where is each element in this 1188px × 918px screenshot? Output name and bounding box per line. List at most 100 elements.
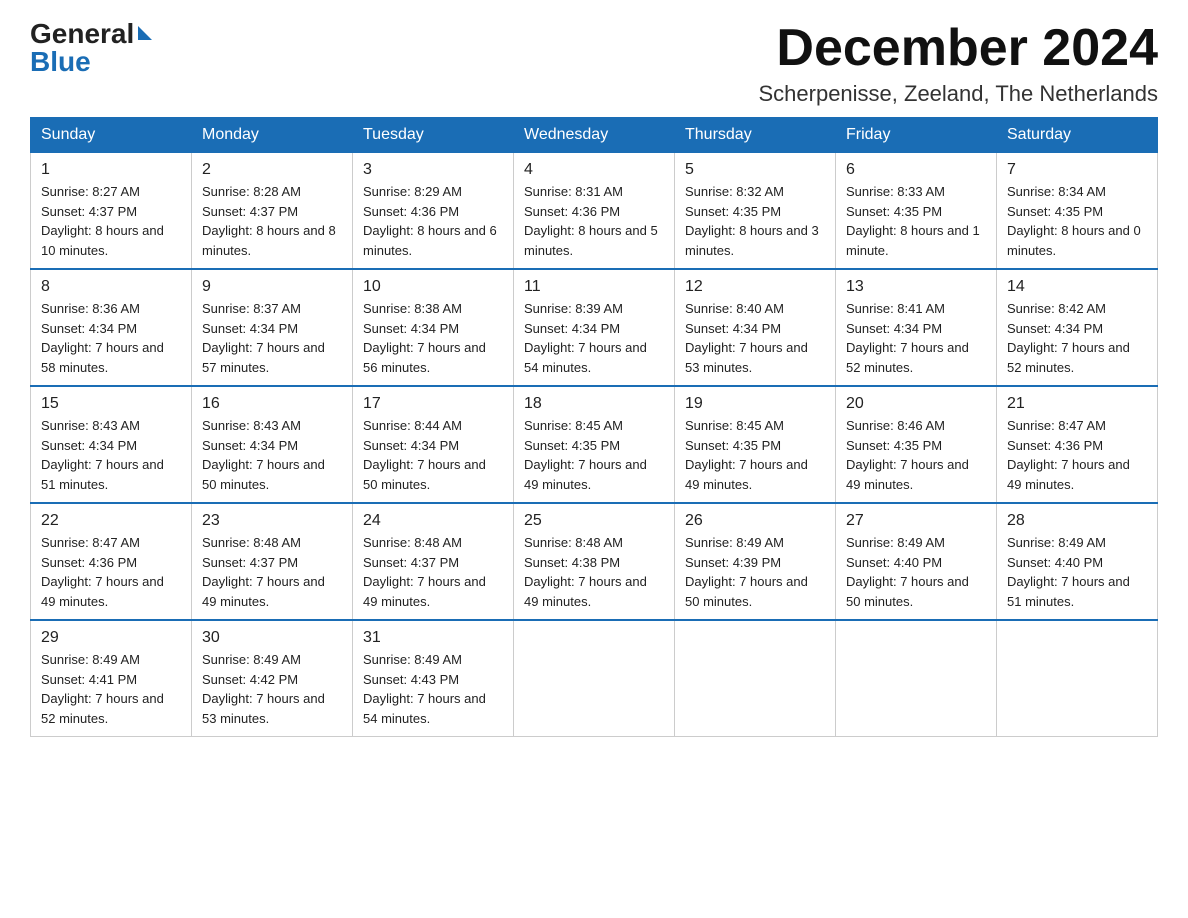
day-number: 30 xyxy=(202,629,342,647)
calendar-cell: 28 Sunrise: 8:49 AMSunset: 4:40 PMDaylig… xyxy=(997,503,1158,620)
calendar-cell: 13 Sunrise: 8:41 AMSunset: 4:34 PMDaylig… xyxy=(836,269,997,386)
day-number: 15 xyxy=(41,395,181,413)
calendar-cell: 27 Sunrise: 8:49 AMSunset: 4:40 PMDaylig… xyxy=(836,503,997,620)
day-number: 12 xyxy=(685,278,825,296)
day-number: 17 xyxy=(363,395,503,413)
day-number: 13 xyxy=(846,278,986,296)
header-friday: Friday xyxy=(836,118,997,153)
calendar-cell: 7 Sunrise: 8:34 AMSunset: 4:35 PMDayligh… xyxy=(997,153,1158,270)
header-sunday: Sunday xyxy=(31,118,192,153)
calendar-cell: 14 Sunrise: 8:42 AMSunset: 4:34 PMDaylig… xyxy=(997,269,1158,386)
day-info: Sunrise: 8:49 AMSunset: 4:40 PMDaylight:… xyxy=(846,533,986,611)
day-info: Sunrise: 8:27 AMSunset: 4:37 PMDaylight:… xyxy=(41,182,181,260)
header-saturday: Saturday xyxy=(997,118,1158,153)
day-info: Sunrise: 8:49 AMSunset: 4:39 PMDaylight:… xyxy=(685,533,825,611)
day-info: Sunrise: 8:45 AMSunset: 4:35 PMDaylight:… xyxy=(524,416,664,494)
header-wednesday: Wednesday xyxy=(514,118,675,153)
day-info: Sunrise: 8:49 AMSunset: 4:43 PMDaylight:… xyxy=(363,650,503,728)
day-info: Sunrise: 8:46 AMSunset: 4:35 PMDaylight:… xyxy=(846,416,986,494)
day-number: 23 xyxy=(202,512,342,530)
day-info: Sunrise: 8:31 AMSunset: 4:36 PMDaylight:… xyxy=(524,182,664,260)
calendar-cell: 26 Sunrise: 8:49 AMSunset: 4:39 PMDaylig… xyxy=(675,503,836,620)
day-number: 4 xyxy=(524,161,664,179)
day-info: Sunrise: 8:37 AMSunset: 4:34 PMDaylight:… xyxy=(202,299,342,377)
day-info: Sunrise: 8:47 AMSunset: 4:36 PMDaylight:… xyxy=(41,533,181,611)
calendar-cell: 22 Sunrise: 8:47 AMSunset: 4:36 PMDaylig… xyxy=(31,503,192,620)
day-info: Sunrise: 8:43 AMSunset: 4:34 PMDaylight:… xyxy=(41,416,181,494)
title-block: December 2024 Scherpenisse, Zeeland, The… xyxy=(758,20,1158,107)
calendar-week-row: 15 Sunrise: 8:43 AMSunset: 4:34 PMDaylig… xyxy=(31,386,1158,503)
calendar-cell: 17 Sunrise: 8:44 AMSunset: 4:34 PMDaylig… xyxy=(353,386,514,503)
day-number: 9 xyxy=(202,278,342,296)
logo: General Blue xyxy=(30,20,152,76)
calendar-cell: 12 Sunrise: 8:40 AMSunset: 4:34 PMDaylig… xyxy=(675,269,836,386)
day-info: Sunrise: 8:49 AMSunset: 4:41 PMDaylight:… xyxy=(41,650,181,728)
day-number: 6 xyxy=(846,161,986,179)
day-number: 2 xyxy=(202,161,342,179)
calendar-cell xyxy=(997,620,1158,737)
header-tuesday: Tuesday xyxy=(353,118,514,153)
day-number: 10 xyxy=(363,278,503,296)
calendar-cell: 23 Sunrise: 8:48 AMSunset: 4:37 PMDaylig… xyxy=(192,503,353,620)
calendar-cell: 21 Sunrise: 8:47 AMSunset: 4:36 PMDaylig… xyxy=(997,386,1158,503)
day-info: Sunrise: 8:40 AMSunset: 4:34 PMDaylight:… xyxy=(685,299,825,377)
day-number: 19 xyxy=(685,395,825,413)
day-info: Sunrise: 8:34 AMSunset: 4:35 PMDaylight:… xyxy=(1007,182,1147,260)
day-number: 8 xyxy=(41,278,181,296)
day-number: 14 xyxy=(1007,278,1147,296)
calendar-week-row: 1 Sunrise: 8:27 AMSunset: 4:37 PMDayligh… xyxy=(31,153,1158,270)
calendar-cell: 15 Sunrise: 8:43 AMSunset: 4:34 PMDaylig… xyxy=(31,386,192,503)
calendar-cell: 3 Sunrise: 8:29 AMSunset: 4:36 PMDayligh… xyxy=(353,153,514,270)
calendar-cell: 24 Sunrise: 8:48 AMSunset: 4:37 PMDaylig… xyxy=(353,503,514,620)
day-info: Sunrise: 8:33 AMSunset: 4:35 PMDaylight:… xyxy=(846,182,986,260)
header-monday: Monday xyxy=(192,118,353,153)
calendar-week-row: 22 Sunrise: 8:47 AMSunset: 4:36 PMDaylig… xyxy=(31,503,1158,620)
logo-blue: Blue xyxy=(30,48,91,76)
day-info: Sunrise: 8:38 AMSunset: 4:34 PMDaylight:… xyxy=(363,299,503,377)
calendar-cell: 29 Sunrise: 8:49 AMSunset: 4:41 PMDaylig… xyxy=(31,620,192,737)
day-number: 21 xyxy=(1007,395,1147,413)
calendar-week-row: 29 Sunrise: 8:49 AMSunset: 4:41 PMDaylig… xyxy=(31,620,1158,737)
day-number: 29 xyxy=(41,629,181,647)
day-number: 7 xyxy=(1007,161,1147,179)
day-number: 1 xyxy=(41,161,181,179)
day-info: Sunrise: 8:42 AMSunset: 4:34 PMDaylight:… xyxy=(1007,299,1147,377)
header-thursday: Thursday xyxy=(675,118,836,153)
calendar-cell xyxy=(514,620,675,737)
day-info: Sunrise: 8:28 AMSunset: 4:37 PMDaylight:… xyxy=(202,182,342,260)
calendar-cell: 20 Sunrise: 8:46 AMSunset: 4:35 PMDaylig… xyxy=(836,386,997,503)
calendar-cell: 9 Sunrise: 8:37 AMSunset: 4:34 PMDayligh… xyxy=(192,269,353,386)
calendar-cell: 10 Sunrise: 8:38 AMSunset: 4:34 PMDaylig… xyxy=(353,269,514,386)
day-info: Sunrise: 8:45 AMSunset: 4:35 PMDaylight:… xyxy=(685,416,825,494)
calendar-cell: 16 Sunrise: 8:43 AMSunset: 4:34 PMDaylig… xyxy=(192,386,353,503)
day-number: 22 xyxy=(41,512,181,530)
page-header: General Blue December 2024 Scherpenisse,… xyxy=(30,20,1158,107)
calendar-table: SundayMondayTuesdayWednesdayThursdayFrid… xyxy=(30,117,1158,737)
day-info: Sunrise: 8:47 AMSunset: 4:36 PMDaylight:… xyxy=(1007,416,1147,494)
calendar-cell: 19 Sunrise: 8:45 AMSunset: 4:35 PMDaylig… xyxy=(675,386,836,503)
day-number: 28 xyxy=(1007,512,1147,530)
day-number: 31 xyxy=(363,629,503,647)
calendar-cell: 31 Sunrise: 8:49 AMSunset: 4:43 PMDaylig… xyxy=(353,620,514,737)
calendar-cell: 5 Sunrise: 8:32 AMSunset: 4:35 PMDayligh… xyxy=(675,153,836,270)
day-number: 16 xyxy=(202,395,342,413)
day-number: 26 xyxy=(685,512,825,530)
logo-arrow-icon xyxy=(138,26,152,40)
calendar-cell: 8 Sunrise: 8:36 AMSunset: 4:34 PMDayligh… xyxy=(31,269,192,386)
calendar-week-row: 8 Sunrise: 8:36 AMSunset: 4:34 PMDayligh… xyxy=(31,269,1158,386)
day-info: Sunrise: 8:29 AMSunset: 4:36 PMDaylight:… xyxy=(363,182,503,260)
day-info: Sunrise: 8:49 AMSunset: 4:40 PMDaylight:… xyxy=(1007,533,1147,611)
location-title: Scherpenisse, Zeeland, The Netherlands xyxy=(758,81,1158,107)
day-info: Sunrise: 8:41 AMSunset: 4:34 PMDaylight:… xyxy=(846,299,986,377)
calendar-cell: 11 Sunrise: 8:39 AMSunset: 4:34 PMDaylig… xyxy=(514,269,675,386)
calendar-cell: 1 Sunrise: 8:27 AMSunset: 4:37 PMDayligh… xyxy=(31,153,192,270)
day-info: Sunrise: 8:43 AMSunset: 4:34 PMDaylight:… xyxy=(202,416,342,494)
day-number: 3 xyxy=(363,161,503,179)
calendar-cell: 18 Sunrise: 8:45 AMSunset: 4:35 PMDaylig… xyxy=(514,386,675,503)
day-info: Sunrise: 8:44 AMSunset: 4:34 PMDaylight:… xyxy=(363,416,503,494)
day-number: 24 xyxy=(363,512,503,530)
calendar-cell: 6 Sunrise: 8:33 AMSunset: 4:35 PMDayligh… xyxy=(836,153,997,270)
day-number: 25 xyxy=(524,512,664,530)
day-number: 27 xyxy=(846,512,986,530)
logo-general: General xyxy=(30,20,134,48)
